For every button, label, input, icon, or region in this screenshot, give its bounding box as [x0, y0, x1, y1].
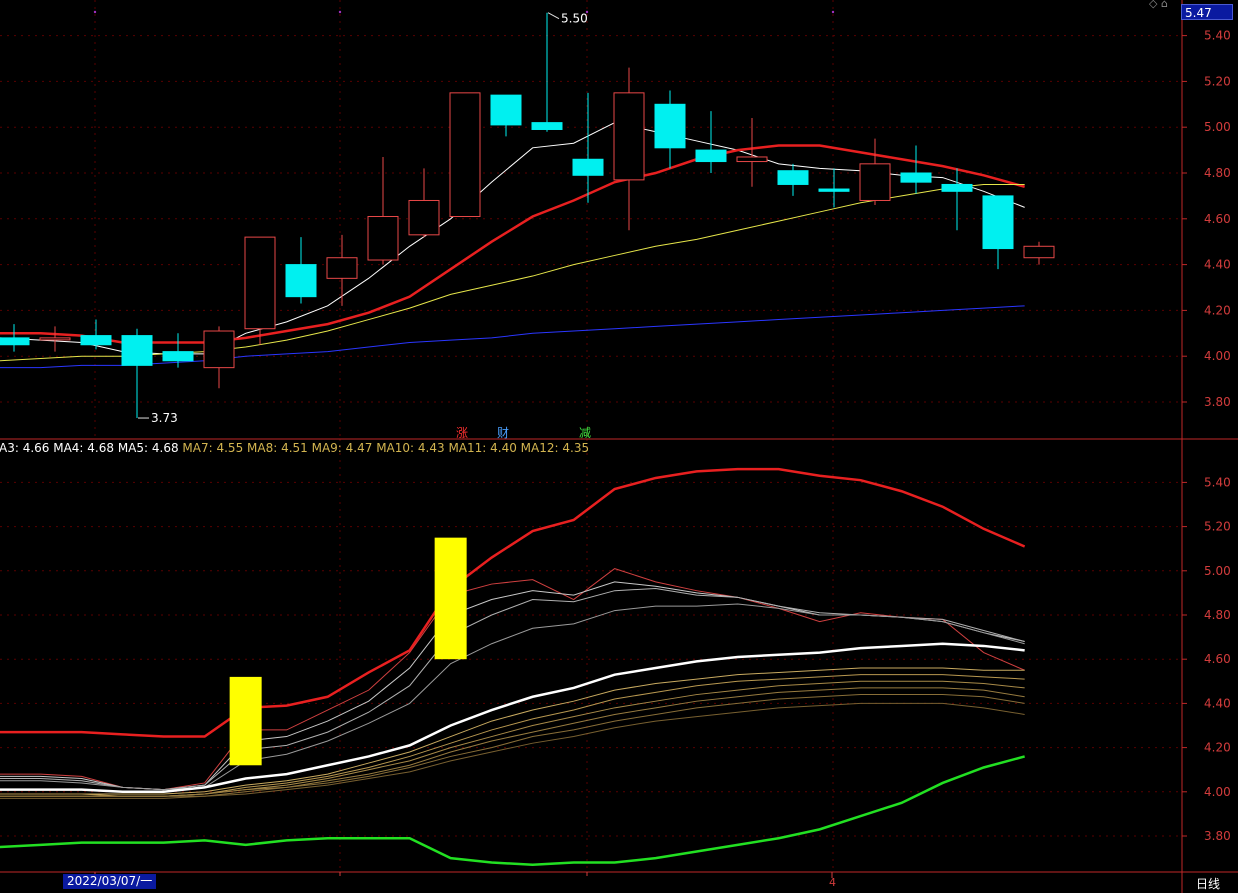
candle-body [0, 337, 30, 346]
candle-body [326, 257, 358, 279]
candle-body [818, 188, 850, 192]
ma-line [0, 183, 1025, 362]
band-line [0, 603, 1025, 791]
y-tick-label: 4.80 [1204, 166, 1231, 180]
tag-cai[interactable]: 财 [497, 424, 509, 441]
band-line [0, 642, 1025, 794]
y-tick-label: 3.80 [1204, 395, 1231, 409]
y-tick-label: 5.00 [1204, 120, 1231, 134]
candle-body [367, 216, 399, 261]
month-marker: 4 [829, 876, 836, 889]
candle-body [121, 335, 153, 366]
y-tick-label: 5.20 [1204, 74, 1231, 88]
ma-legend-item: MA11: 4.40 [445, 441, 517, 455]
ma-legend-item: MA8: 4.51 [243, 441, 308, 455]
band-ma-lines [0, 467, 1026, 866]
y-tick-label: 5.20 [1204, 520, 1231, 534]
high-leader [547, 12, 560, 20]
band-line [0, 702, 1025, 799]
band-line [0, 568, 1025, 791]
candle-body [1023, 245, 1055, 259]
candle-body [572, 158, 604, 176]
ma-legend-item: A3: 4.66 [0, 441, 49, 455]
ma-legend-item: MA5: 4.68 [114, 441, 179, 455]
current-price-box: 5.47 [1181, 4, 1233, 20]
candle-body [654, 103, 686, 149]
candle-body [531, 122, 563, 130]
y-tick-label: 4.20 [1204, 303, 1231, 317]
date-cursor-label: 2022/03/07/一 [63, 874, 157, 889]
candlesticks [0, 12, 1055, 419]
candle-body [162, 351, 194, 362]
ma-legend-item: MA9: 4.47 [308, 441, 373, 455]
ma-line [0, 305, 1025, 369]
y-tick-label: 4.40 [1204, 258, 1231, 272]
candle-body [695, 149, 727, 163]
signal-markers [229, 537, 467, 766]
session-dot [831, 10, 835, 14]
candle-body [80, 335, 112, 346]
candle-body [736, 156, 768, 163]
band-line [0, 680, 1025, 797]
chart-canvas[interactable]: 3.80 4.00 4.20 4.40 4.60 4.80 5.00 5.20 5.40 3.80… [0, 0, 1238, 893]
low-label: 3.73 [151, 411, 178, 425]
price-ma-lines [0, 122, 1025, 369]
candle-body [777, 170, 809, 185]
y-tick-label: 5.40 [1204, 475, 1231, 489]
candle-body [859, 163, 891, 201]
candle-body [490, 94, 522, 126]
candle-body [244, 236, 276, 330]
y-tick-label: 5.00 [1204, 564, 1231, 578]
y-tick-label: 4.00 [1204, 785, 1231, 799]
toolbar-icons[interactable]: ◇ ⌂ [1149, 0, 1168, 10]
candle-body [900, 172, 932, 183]
band-line [0, 694, 1025, 797]
tag-jian[interactable]: 减 [579, 424, 591, 441]
candle-body [982, 195, 1014, 250]
y-tick-label: 5.40 [1204, 29, 1231, 43]
y-tick-label: 4.00 [1204, 349, 1231, 363]
candle-body [203, 330, 235, 369]
y-tick-label: 4.20 [1204, 741, 1231, 755]
high-label: 5.50 [561, 12, 588, 26]
ma-legend-item: MA4: 4.68 [49, 441, 114, 455]
candle-body [613, 92, 645, 181]
ma-legend: A3: 4.66 MA4: 4.68 MA5: 4.68 MA7: 4.55 M… [0, 441, 589, 455]
candle-body [39, 337, 71, 341]
y-tick-label: 4.60 [1204, 652, 1231, 666]
ma-legend-item: MA12: 4.35 [517, 441, 589, 455]
signal-bar [434, 537, 467, 660]
candle-body [285, 264, 317, 298]
ma-legend-item: MA10: 4.43 [372, 441, 444, 455]
session-dot [93, 10, 97, 14]
ma-line [0, 122, 1025, 355]
y-tick-label: 4.60 [1204, 212, 1231, 226]
candle-body [449, 92, 481, 218]
signal-bar [229, 676, 262, 766]
y-tick-label: 3.80 [1204, 829, 1231, 843]
session-dot [338, 10, 342, 14]
candle-body [408, 199, 440, 236]
band-line [0, 755, 1025, 866]
period-label[interactable]: 日线 [1196, 875, 1220, 892]
band-line [0, 467, 1026, 738]
ma-legend-item: MA7: 4.55 [179, 441, 244, 455]
y-tick-label: 4.40 [1204, 696, 1231, 710]
candle-body [941, 183, 973, 192]
band-line [0, 581, 1025, 791]
band-line [0, 587, 1025, 791]
y-tick-label: 4.80 [1204, 608, 1231, 622]
tag-zhang[interactable]: 涨 [456, 424, 468, 441]
